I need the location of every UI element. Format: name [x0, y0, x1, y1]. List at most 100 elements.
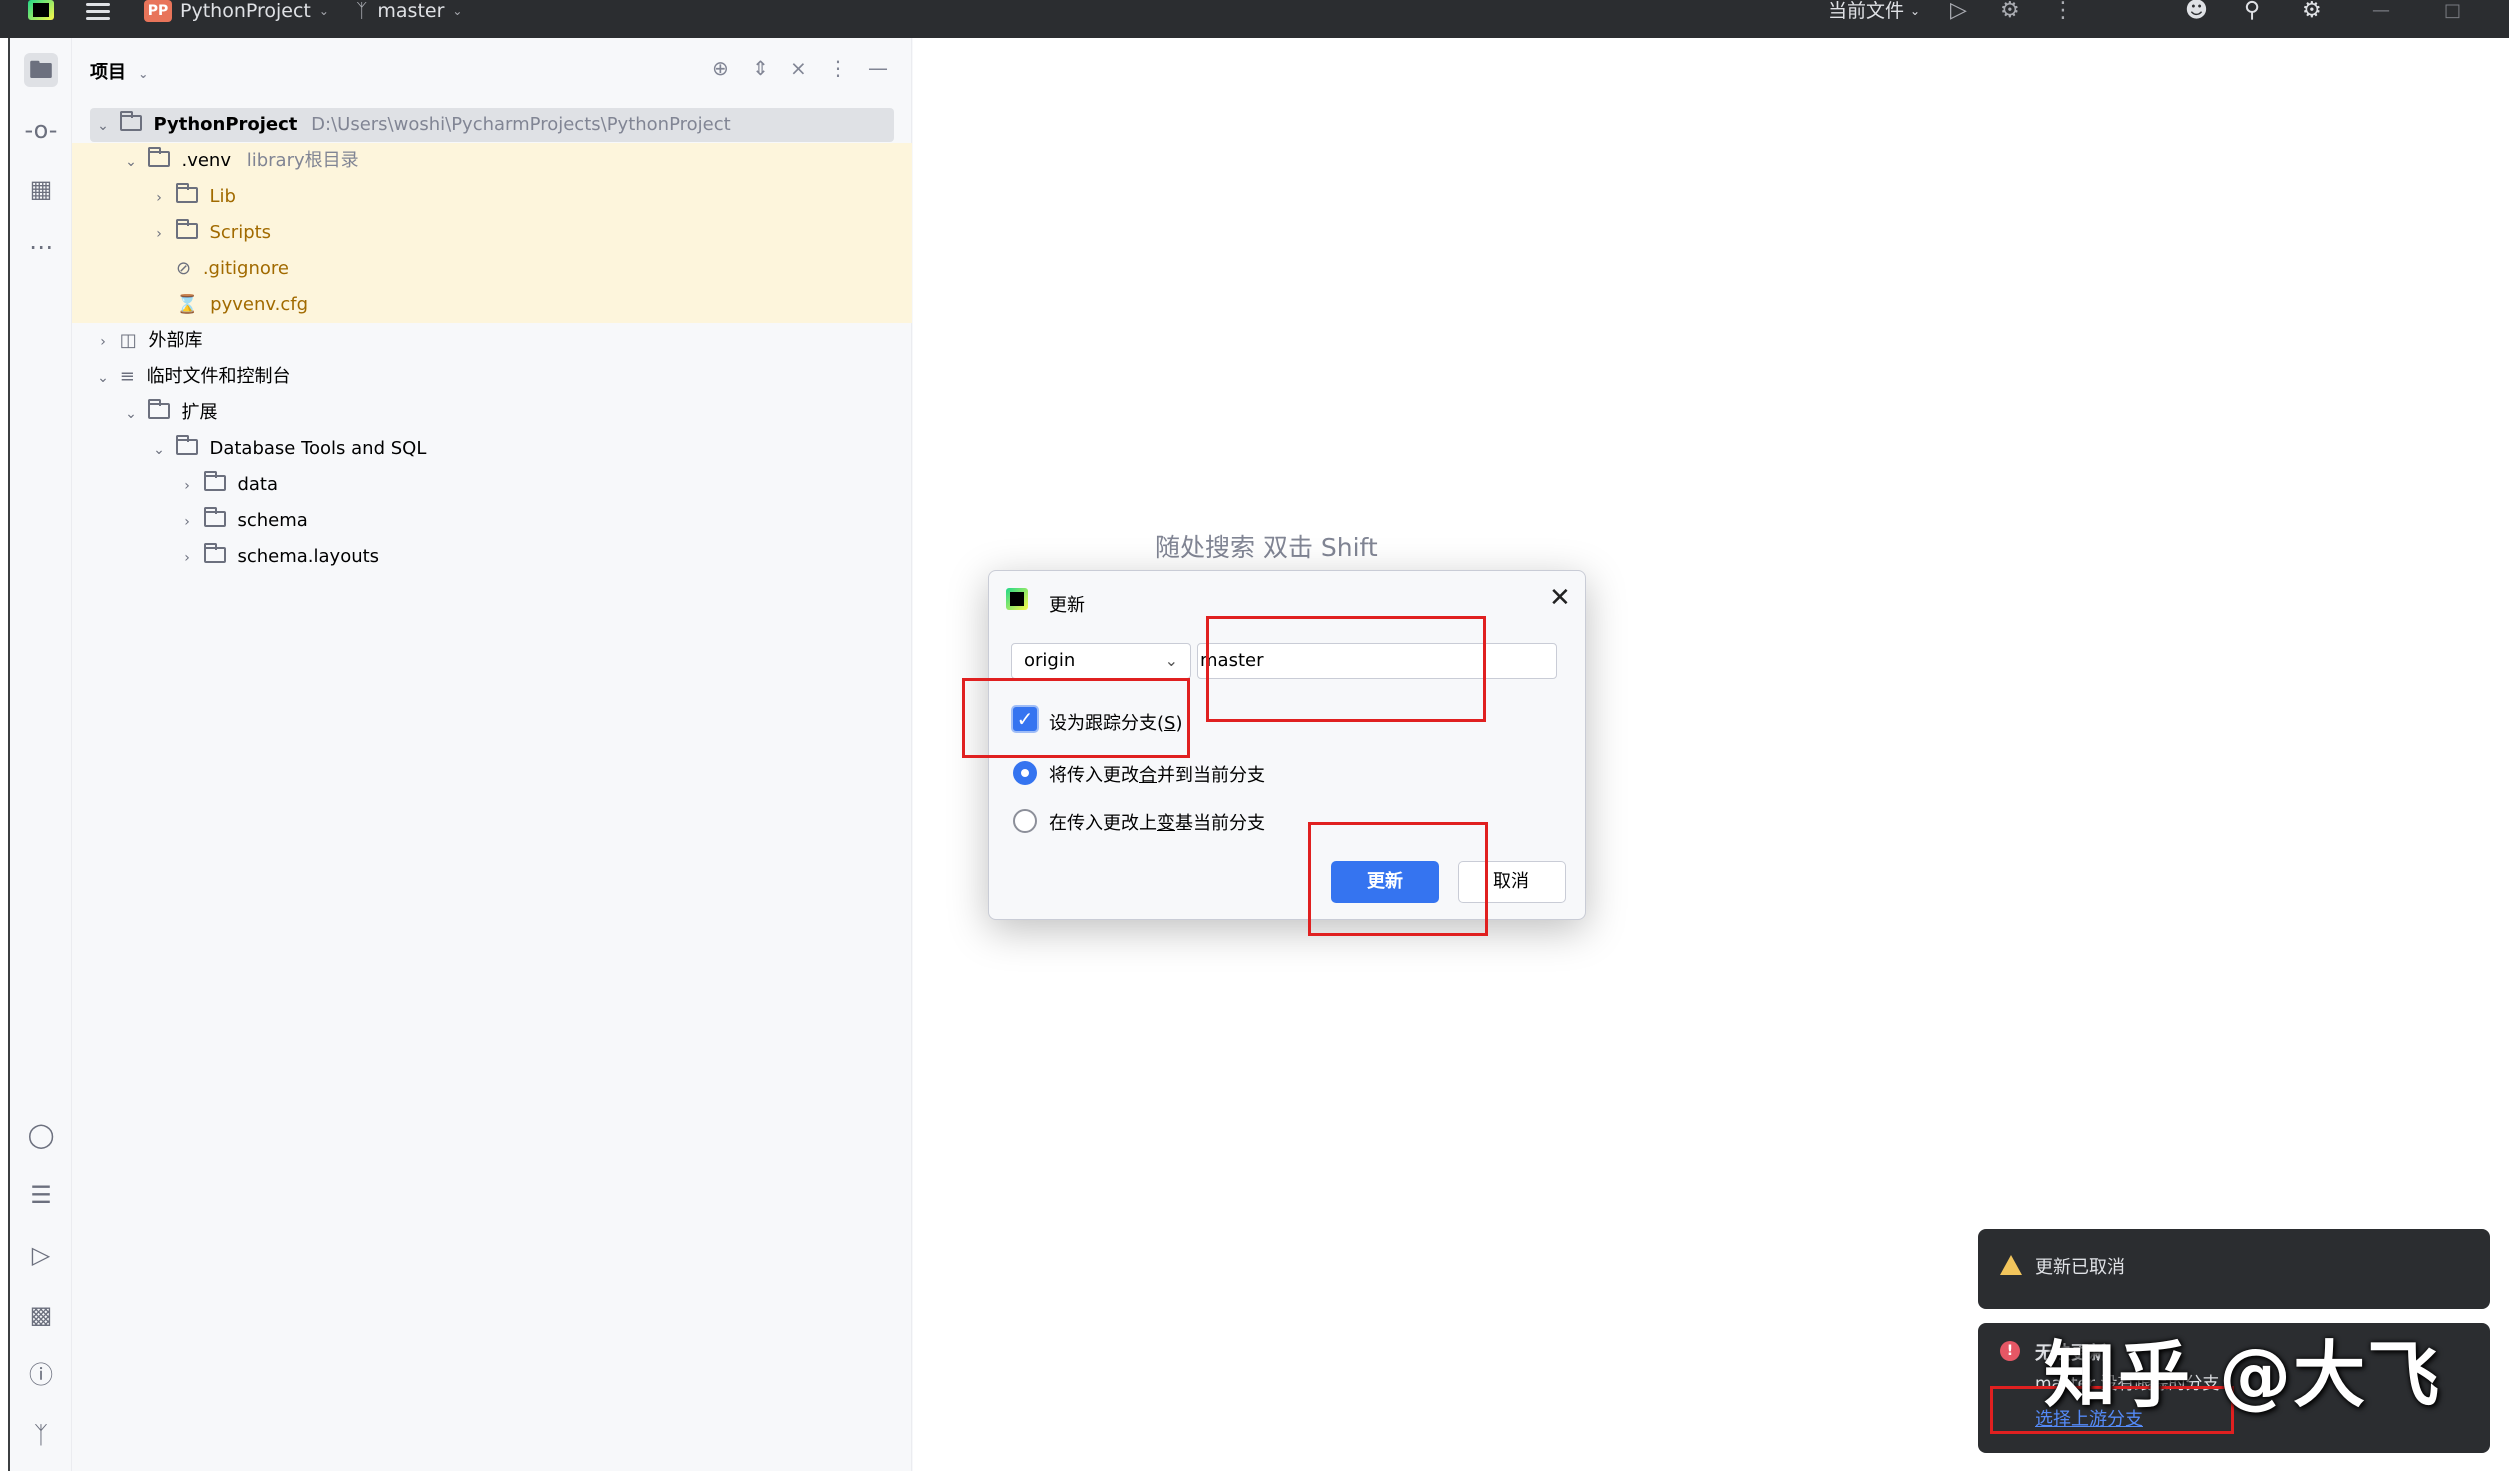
folder-icon: [147, 147, 170, 167]
services-icon[interactable]: ▷: [24, 1238, 58, 1272]
panel-title-label: 项目: [90, 62, 126, 83]
folder-icon: [147, 399, 170, 419]
chevron-right-icon: ›: [184, 550, 190, 566]
tree-item-gitignore[interactable]: ⊘ .gitignore: [176, 252, 289, 286]
chevron-right-icon: ›: [156, 226, 162, 242]
settings-gear-icon[interactable]: ⚙: [2302, 0, 2332, 22]
tree-item-label: schema: [237, 510, 308, 531]
chevron-right-icon: ›: [156, 190, 162, 206]
warning-icon: [2000, 1255, 2022, 1275]
commit-icon[interactable]: -o-: [24, 113, 58, 147]
dialog-title: 更新: [1049, 595, 1085, 616]
remote-value: origin: [1024, 650, 1076, 671]
tree-item-label: data: [237, 474, 279, 495]
merge-radio-label: 将传入更改合并到当前分支: [1049, 761, 1265, 787]
scratches-icon: ≡: [119, 366, 135, 387]
project-panel-title[interactable]: 项目 ⌄: [90, 58, 148, 84]
chevron-right-icon: ›: [184, 478, 190, 494]
collapse-all-icon[interactable]: ⨯: [790, 56, 807, 80]
project-name: PythonProject: [180, 0, 311, 22]
tree-item-database-tools[interactable]: ⌄ Database Tools and SQL: [148, 432, 426, 466]
structure-icon[interactable]: ▦: [24, 172, 58, 206]
error-icon: !: [2000, 1341, 2020, 1361]
annotation-box-checkbox: [962, 678, 1190, 758]
tool-window-stripe: 🖿 -o- ▦ ⋯ ◯ ☰ ▷ ▩ ⓘ ᛉ: [10, 38, 72, 1471]
git-icon[interactable]: ᛉ: [24, 1418, 58, 1452]
run-config-label: 当前文件: [1828, 0, 1905, 22]
search-everywhere-hint: 随处搜索 双击 Shift: [1155, 533, 1378, 562]
tree-item-label: .venv: [181, 150, 231, 171]
tree-item-extra: library根目录: [246, 150, 359, 171]
folder-icon: [203, 507, 226, 527]
tree-item-label: Database Tools and SQL: [209, 438, 427, 459]
tree-item-scratches[interactable]: ⌄ ≡ 临时文件和控制台: [92, 360, 291, 394]
panel-options-icon[interactable]: ⋮: [828, 56, 848, 80]
add-user-icon[interactable]: ☻: [2185, 0, 2215, 22]
branch-switcher[interactable]: ᛉ master ⌄: [356, 0, 462, 22]
chevron-down-icon: ⌄: [1164, 651, 1178, 670]
pycharm-logo-icon: [28, 0, 54, 20]
project-folder-icon[interactable]: 🖿: [24, 53, 58, 87]
terminal-icon[interactable]: ▩: [24, 1298, 58, 1332]
search-icon[interactable]: ⚲: [2244, 0, 2274, 22]
rebase-radio-label: 在传入更改上变基当前分支: [1049, 809, 1265, 835]
tree-item-extensions[interactable]: ⌄ 扩展: [120, 396, 217, 430]
tree-item-data[interactable]: › data: [176, 468, 278, 502]
tree-item-label: 外部库: [148, 330, 203, 351]
chevron-right-icon: ›: [184, 514, 190, 530]
label-part: 并到当前分支: [1157, 765, 1265, 786]
locate-file-icon[interactable]: ⊕: [712, 56, 729, 80]
tree-item-scripts[interactable]: › Scripts: [148, 216, 271, 250]
maximize-icon[interactable]: □: [2444, 0, 2474, 22]
rebase-radio[interactable]: [1013, 809, 1037, 833]
tree-item-schema-layouts[interactable]: › schema.layouts: [176, 540, 379, 574]
project-switcher[interactable]: PythonProject ⌄: [180, 0, 329, 22]
tree-item-pyvenv-cfg[interactable]: ⌛ pyvenv.cfg: [176, 288, 308, 322]
tree-item-label: schema.layouts: [237, 546, 380, 567]
library-icon: ◫: [119, 330, 137, 351]
folder-icon: [119, 111, 142, 131]
close-icon[interactable]: ✕: [1549, 583, 1571, 613]
branch-name: master: [377, 0, 445, 22]
chevron-down-icon: ⌄: [97, 370, 109, 386]
folder-icon: [203, 543, 226, 563]
problems-icon[interactable]: ⓘ: [24, 1358, 58, 1392]
title-bar: PP PythonProject ⌄ ᛉ master ⌄ 当前文件 ⌄ ▷ ⚙…: [0, 0, 2509, 38]
python-console-icon[interactable]: ◯: [24, 1118, 58, 1152]
expand-all-icon[interactable]: ⇕: [752, 56, 769, 80]
main-menu-icon[interactable]: [86, 3, 110, 24]
tree-item-label: pyvenv.cfg: [210, 294, 309, 315]
chevron-right-icon: ›: [100, 334, 106, 350]
pycharm-logo-icon: [1006, 588, 1028, 610]
chevron-down-icon: ⌄: [452, 4, 463, 18]
hide-panel-icon[interactable]: —: [868, 56, 888, 80]
notification-update-cancelled[interactable]: 更新已取消: [1978, 1229, 2490, 1309]
chevron-down-icon: ⌄: [153, 442, 165, 458]
chevron-down-icon: ⌄: [125, 406, 137, 422]
tree-item-lib[interactable]: › Lib: [148, 180, 236, 214]
tree-item-venv[interactable]: ⌄ .venv library根目录: [120, 144, 359, 178]
more-actions-icon[interactable]: ⋮: [2052, 0, 2082, 22]
tree-item-label: Scripts: [209, 222, 272, 243]
debug-icon[interactable]: ⚙: [2000, 0, 2030, 22]
run-icon[interactable]: ▷: [1950, 0, 1980, 22]
label-part: 基当前分支: [1175, 813, 1265, 834]
tree-item-pythonproject[interactable]: ⌄ PythonProject D:\Users\woshi\PycharmPr…: [92, 108, 731, 142]
remote-select[interactable]: origin ⌄: [1011, 643, 1191, 679]
minimize-icon[interactable]: —: [2372, 0, 2402, 22]
run-config-selector[interactable]: 当前文件 ⌄: [1828, 0, 1920, 22]
project-badge: PP: [144, 0, 172, 22]
folder-icon: [175, 219, 198, 239]
annotation-box-update: [1308, 822, 1488, 936]
tree-item-external-libraries[interactable]: › ◫ 外部库: [92, 324, 202, 358]
label-part: 在传入更改上: [1049, 813, 1157, 834]
tree-item-label: 临时文件和控制台: [146, 366, 291, 387]
ignored-file-icon: ⊘: [176, 258, 192, 279]
folder-icon: [175, 183, 198, 203]
label-part: 将传入更改: [1049, 765, 1139, 786]
watermark: 知乎 @大飞: [2044, 1333, 2442, 1417]
tree-item-schema[interactable]: › schema: [176, 504, 308, 538]
python-packages-icon[interactable]: ☰: [24, 1178, 58, 1212]
more-tools-icon[interactable]: ⋯: [24, 230, 58, 264]
merge-radio[interactable]: [1013, 761, 1037, 785]
